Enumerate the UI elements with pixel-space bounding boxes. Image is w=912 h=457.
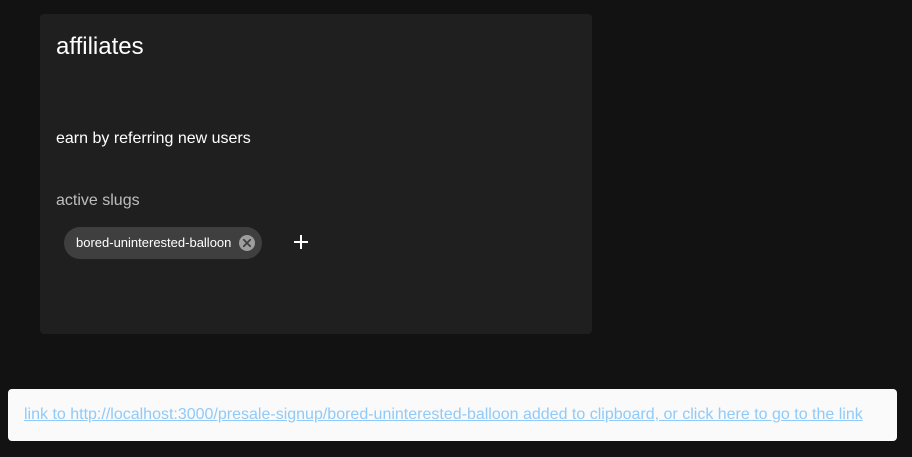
active-slugs-label: active slugs <box>56 192 140 209</box>
card-title: affiliates <box>56 33 144 60</box>
add-slug-button[interactable] <box>288 231 314 257</box>
cancel-circle-icon[interactable] <box>236 232 258 254</box>
card-description: earn by referring new users <box>56 130 251 147</box>
plus-icon <box>293 234 309 255</box>
affiliates-card: affiliates earn by referring new users a… <box>40 14 592 334</box>
slug-chip-label: bored-uninterested-balloon <box>76 235 232 250</box>
clipboard-snackbar: link to http://localhost:3000/presale-si… <box>8 389 897 441</box>
slug-chip[interactable]: bored-uninterested-balloon <box>64 227 263 259</box>
go-to-link[interactable]: link to http://localhost:3000/presale-si… <box>24 405 863 425</box>
